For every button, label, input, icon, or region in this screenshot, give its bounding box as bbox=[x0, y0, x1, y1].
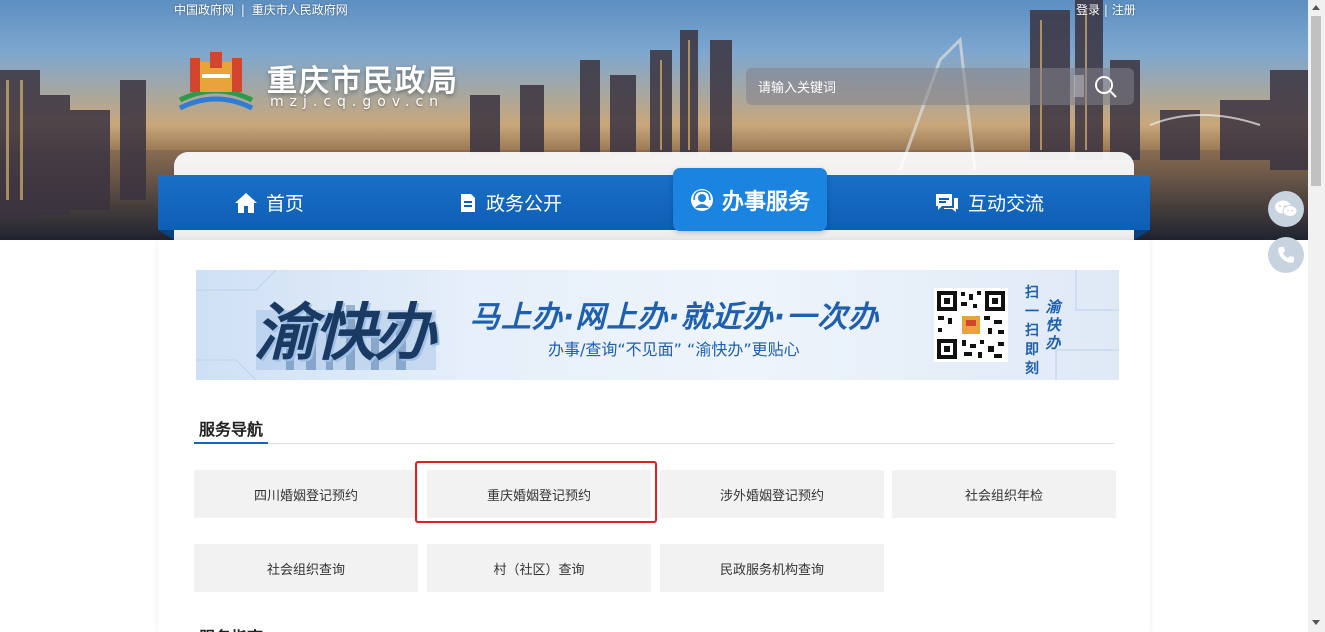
service-nav-title: 服务导航 bbox=[199, 420, 264, 439]
nav-item-label: 首页 bbox=[266, 193, 305, 215]
register-link[interactable]: 注册 bbox=[1112, 3, 1136, 17]
service-org-query[interactable]: 社会组织查询 bbox=[194, 544, 418, 592]
service-community-query[interactable]: 村（社区）查询 bbox=[427, 544, 651, 592]
scroll-down-arrow-icon[interactable] bbox=[1312, 620, 1320, 625]
phone-button[interactable] bbox=[1268, 237, 1304, 273]
nav-item-label: 政务公开 bbox=[486, 193, 563, 215]
banner-brand: 渝快办 bbox=[254, 296, 436, 369]
login-register-links: 登录 | 注册 bbox=[1076, 1, 1136, 18]
nav-item-interaction[interactable]: 互动交流 bbox=[934, 175, 1044, 230]
service-guide-title: 服务指南 bbox=[199, 624, 263, 632]
top-links-separator: | bbox=[240, 3, 245, 17]
section-title-underline bbox=[194, 442, 268, 444]
yukuaiban-banner[interactable]: 渝快办 马上办·网上办·就近办·一次办 办事/查询“不见面” “渝快办”更贴心 … bbox=[196, 270, 1119, 380]
section-divider bbox=[194, 443, 1114, 444]
nav-item-home[interactable]: 首页 bbox=[234, 175, 304, 230]
scrollbar-thumb[interactable] bbox=[1311, 16, 1321, 186]
document-icon bbox=[461, 193, 475, 212]
nav-item-services[interactable]: 办事服务 bbox=[673, 168, 827, 231]
banner-slogan: 马上办·网上办·就近办·一次办 bbox=[470, 300, 880, 335]
nav-corner-right bbox=[1134, 230, 1150, 240]
login-separator: | bbox=[1103, 3, 1108, 17]
scroll-up-arrow-icon[interactable] bbox=[1312, 5, 1320, 10]
service-sichuan-marriage[interactable]: 四川婚姻登记预约 bbox=[194, 470, 418, 518]
qr-code-icon bbox=[934, 288, 1008, 362]
service-person-icon bbox=[690, 188, 713, 211]
top-links: 中国政府网 | 重庆市人民政府网 bbox=[174, 1, 348, 18]
search-icon[interactable] bbox=[1088, 72, 1124, 102]
login-link[interactable]: 登录 bbox=[1076, 3, 1100, 17]
wechat-icon bbox=[1275, 200, 1298, 217]
service-org-annual-check[interactable]: 社会组织年检 bbox=[892, 470, 1116, 518]
gov-cn-link[interactable]: 中国政府网 bbox=[174, 3, 234, 17]
site-logo-icon bbox=[178, 52, 254, 111]
search-input[interactable] bbox=[756, 76, 1070, 100]
site-domain: mzj.cq.gov.cn bbox=[270, 94, 445, 110]
banner-brand-vertical: 渝快办 bbox=[1045, 298, 1061, 352]
chat-icon bbox=[936, 193, 958, 212]
banner-scan-text: 扫一扫即刻 bbox=[1025, 285, 1039, 377]
search-divider bbox=[1074, 75, 1084, 97]
wechat-button[interactable] bbox=[1268, 191, 1304, 227]
home-icon bbox=[235, 192, 257, 213]
service-chongqing-marriage[interactable]: 重庆婚姻登记预约 bbox=[427, 470, 651, 518]
service-foreign-marriage[interactable]: 涉外婚姻登记预约 bbox=[660, 470, 884, 518]
service-institution-query[interactable]: 民政服务机构查询 bbox=[660, 544, 884, 592]
cq-gov-link[interactable]: 重庆市人民政府网 bbox=[252, 3, 348, 17]
nav-item-label: 办事服务 bbox=[721, 189, 810, 215]
banner-subtitle: 办事/查询“不见面” “渝快办”更贴心 bbox=[548, 340, 800, 359]
nav-item-label: 互动交流 bbox=[968, 193, 1045, 215]
main-nav: 首页 政务公开 互动交流 bbox=[158, 175, 1150, 230]
nav-item-gov-affairs[interactable]: 政务公开 bbox=[458, 175, 562, 230]
nav-corner-left bbox=[158, 230, 174, 240]
phone-icon bbox=[1278, 247, 1294, 263]
